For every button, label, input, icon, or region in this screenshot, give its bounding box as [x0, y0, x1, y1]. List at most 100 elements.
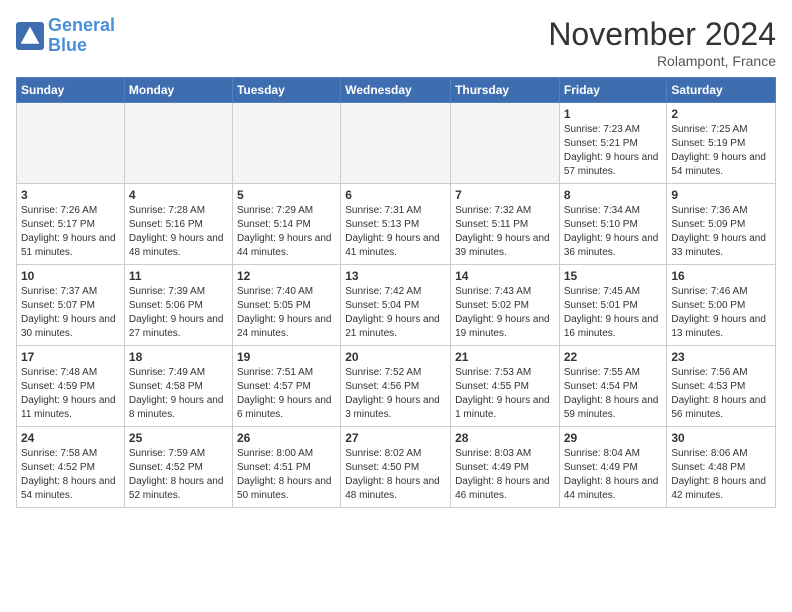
day-number: 29	[564, 431, 663, 445]
logo-line1: General	[48, 15, 115, 35]
cell-info: Sunrise: 8:04 AM Sunset: 4:49 PM Dayligh…	[564, 447, 663, 503]
day-number: 7	[455, 188, 555, 202]
cell-info: Sunrise: 7:43 AM Sunset: 5:02 PM Dayligh…	[455, 285, 555, 341]
calendar-cell: 19Sunrise: 7:51 AM Sunset: 4:57 PM Dayli…	[232, 346, 340, 427]
week-row-4: 24 Sunrise: 7:58 AM Sunset: 4:52 PM Dayli…	[17, 427, 776, 508]
cell-info: Sunrise: 7:58 AM Sunset: 4:52 PM Dayligh…	[21, 447, 120, 503]
calendar-cell: 23Sunrise: 7:56 AM Sunset: 4:53 PM Dayli…	[667, 346, 776, 427]
day-number: 2	[671, 107, 771, 121]
day-number: 5	[237, 188, 336, 202]
calendar-cell	[124, 103, 232, 184]
day-number: 23	[671, 350, 771, 364]
cell-info: Sunrise: 7:39 AM Sunset: 5:06 PM Dayligh…	[129, 285, 228, 341]
day-number: 1	[564, 107, 663, 121]
calendar-cell: 24 Sunrise: 7:58 AM Sunset: 4:52 PM Dayli…	[17, 427, 125, 508]
calendar-cell: 5 Sunrise: 7:29 AM Sunset: 5:14 PM Daylig…	[232, 184, 340, 265]
week-row-1: 3 Sunrise: 7:26 AM Sunset: 5:17 PM Daylig…	[17, 184, 776, 265]
calendar-cell: 20 Sunrise: 7:52 AM Sunset: 4:56 PM Dayli…	[341, 346, 451, 427]
cell-info: Sunrise: 7:45 AM Sunset: 5:01 PM Dayligh…	[564, 285, 663, 341]
cell-info: Sunrise: 7:23 AM Sunset: 5:21 PM Dayligh…	[564, 123, 663, 179]
calendar-cell: 4Sunrise: 7:28 AM Sunset: 5:16 PM Daylig…	[124, 184, 232, 265]
day-number: 28	[455, 431, 555, 445]
day-number: 11	[129, 269, 228, 283]
calendar-cell: 18 Sunrise: 7:49 AM Sunset: 4:58 PM Dayli…	[124, 346, 232, 427]
title-block: November 2024 Rolampont, France	[548, 16, 776, 69]
cell-info: Sunrise: 7:29 AM Sunset: 5:14 PM Dayligh…	[237, 204, 336, 260]
day-number: 21	[455, 350, 555, 364]
calendar-cell: 27Sunrise: 8:02 AM Sunset: 4:50 PM Dayli…	[341, 427, 451, 508]
calendar-cell: 12 Sunrise: 7:40 AM Sunset: 5:05 PM Dayli…	[232, 265, 340, 346]
week-row-0: 1 Sunrise: 7:23 AM Sunset: 5:21 PM Daylig…	[17, 103, 776, 184]
cell-info: Sunrise: 7:31 AM Sunset: 5:13 PM Dayligh…	[345, 204, 446, 260]
logo-text: General Blue	[48, 16, 115, 56]
cell-info: Sunrise: 7:42 AM Sunset: 5:04 PM Dayligh…	[345, 285, 446, 341]
header-tuesday: Tuesday	[232, 78, 340, 103]
header-saturday: Saturday	[667, 78, 776, 103]
day-number: 3	[21, 188, 120, 202]
day-number: 6	[345, 188, 446, 202]
calendar-cell	[232, 103, 340, 184]
calendar-cell: 14 Sunrise: 7:43 AM Sunset: 5:02 PM Dayli…	[451, 265, 560, 346]
calendar-cell: 26 Sunrise: 8:00 AM Sunset: 4:51 PM Dayli…	[232, 427, 340, 508]
day-number: 20	[345, 350, 446, 364]
cell-info: Sunrise: 7:59 AM Sunset: 4:52 PM Dayligh…	[129, 447, 228, 503]
calendar-cell: 15Sunrise: 7:45 AM Sunset: 5:01 PM Dayli…	[559, 265, 667, 346]
cell-info: Sunrise: 7:28 AM Sunset: 5:16 PM Dayligh…	[129, 204, 228, 260]
day-number: 17	[21, 350, 120, 364]
calendar-cell: 13 Sunrise: 7:42 AM Sunset: 5:04 PM Dayli…	[341, 265, 451, 346]
cell-info: Sunrise: 7:48 AM Sunset: 4:59 PM Dayligh…	[21, 366, 120, 422]
cell-info: Sunrise: 8:06 AM Sunset: 4:48 PM Dayligh…	[671, 447, 771, 503]
day-number: 25	[129, 431, 228, 445]
day-number: 14	[455, 269, 555, 283]
calendar-cell: 6 Sunrise: 7:31 AM Sunset: 5:13 PM Daylig…	[341, 184, 451, 265]
calendar-cell: 28 Sunrise: 8:03 AM Sunset: 4:49 PM Dayli…	[451, 427, 560, 508]
cell-info: Sunrise: 7:53 AM Sunset: 4:55 PM Dayligh…	[455, 366, 555, 422]
cell-info: Sunrise: 7:55 AM Sunset: 4:54 PM Dayligh…	[564, 366, 663, 422]
cell-info: Sunrise: 7:26 AM Sunset: 5:17 PM Dayligh…	[21, 204, 120, 260]
calendar-cell: 21 Sunrise: 7:53 AM Sunset: 4:55 PM Dayli…	[451, 346, 560, 427]
logo: General Blue	[16, 16, 115, 56]
calendar-cell: 25 Sunrise: 7:59 AM Sunset: 4:52 PM Dayli…	[124, 427, 232, 508]
calendar-cell: 9Sunrise: 7:36 AM Sunset: 5:09 PM Daylig…	[667, 184, 776, 265]
logo-line2: Blue	[48, 36, 115, 56]
calendar-cell: 1 Sunrise: 7:23 AM Sunset: 5:21 PM Daylig…	[559, 103, 667, 184]
calendar-cell	[451, 103, 560, 184]
cell-info: Sunrise: 7:52 AM Sunset: 4:56 PM Dayligh…	[345, 366, 446, 422]
calendar-cell: 7 Sunrise: 7:32 AM Sunset: 5:11 PM Daylig…	[451, 184, 560, 265]
header-wednesday: Wednesday	[341, 78, 451, 103]
page-header: General Blue November 2024 Rolampont, Fr…	[16, 16, 776, 69]
day-number: 30	[671, 431, 771, 445]
calendar-cell: 22 Sunrise: 7:55 AM Sunset: 4:54 PM Dayli…	[559, 346, 667, 427]
calendar-cell: 10 Sunrise: 7:37 AM Sunset: 5:07 PM Dayli…	[17, 265, 125, 346]
day-number: 12	[237, 269, 336, 283]
day-number: 8	[564, 188, 663, 202]
calendar-cell: 17 Sunrise: 7:48 AM Sunset: 4:59 PM Dayli…	[17, 346, 125, 427]
calendar-table: SundayMondayTuesdayWednesdayThursdayFrid…	[16, 77, 776, 508]
week-row-3: 17 Sunrise: 7:48 AM Sunset: 4:59 PM Dayli…	[17, 346, 776, 427]
day-number: 18	[129, 350, 228, 364]
day-number: 13	[345, 269, 446, 283]
month-title: November 2024	[548, 16, 776, 53]
day-number: 10	[21, 269, 120, 283]
day-number: 22	[564, 350, 663, 364]
cell-info: Sunrise: 7:49 AM Sunset: 4:58 PM Dayligh…	[129, 366, 228, 422]
calendar-header-row: SundayMondayTuesdayWednesdayThursdayFrid…	[17, 78, 776, 103]
calendar-cell: 8Sunrise: 7:34 AM Sunset: 5:10 PM Daylig…	[559, 184, 667, 265]
day-number: 9	[671, 188, 771, 202]
calendar-cell: 11 Sunrise: 7:39 AM Sunset: 5:06 PM Dayli…	[124, 265, 232, 346]
cell-info: Sunrise: 7:32 AM Sunset: 5:11 PM Dayligh…	[455, 204, 555, 260]
calendar-cell: 3 Sunrise: 7:26 AM Sunset: 5:17 PM Daylig…	[17, 184, 125, 265]
day-number: 16	[671, 269, 771, 283]
cell-info: Sunrise: 7:40 AM Sunset: 5:05 PM Dayligh…	[237, 285, 336, 341]
calendar-cell	[17, 103, 125, 184]
cell-info: Sunrise: 7:51 AM Sunset: 4:57 PM Dayligh…	[237, 366, 336, 422]
day-number: 24	[21, 431, 120, 445]
cell-info: Sunrise: 8:03 AM Sunset: 4:49 PM Dayligh…	[455, 447, 555, 503]
header-sunday: Sunday	[17, 78, 125, 103]
cell-info: Sunrise: 8:02 AM Sunset: 4:50 PM Dayligh…	[345, 447, 446, 503]
week-row-2: 10 Sunrise: 7:37 AM Sunset: 5:07 PM Dayli…	[17, 265, 776, 346]
day-number: 26	[237, 431, 336, 445]
cell-info: Sunrise: 7:37 AM Sunset: 5:07 PM Dayligh…	[21, 285, 120, 341]
calendar-cell: 2Sunrise: 7:25 AM Sunset: 5:19 PM Daylig…	[667, 103, 776, 184]
cell-info: Sunrise: 8:00 AM Sunset: 4:51 PM Dayligh…	[237, 447, 336, 503]
